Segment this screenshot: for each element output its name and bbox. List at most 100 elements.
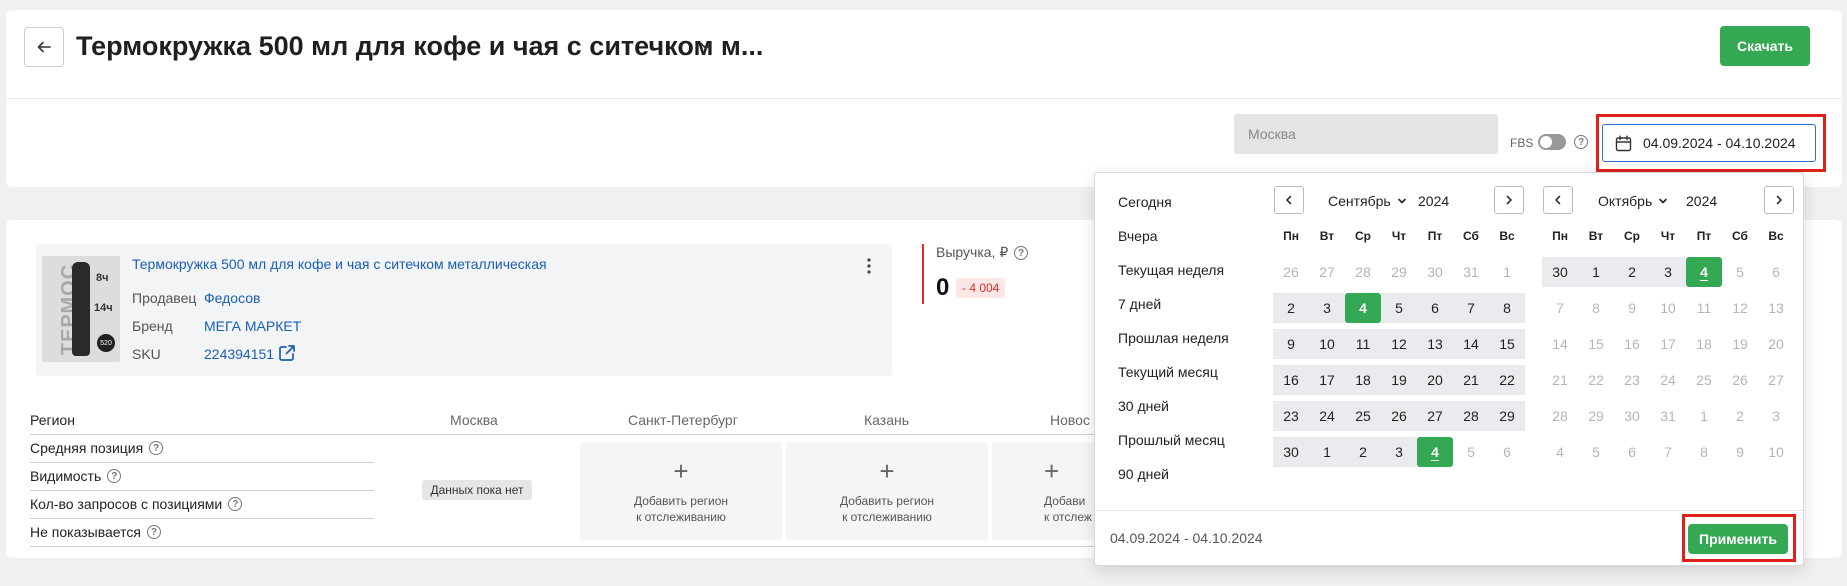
calendar-day[interactable]: 6: [1417, 293, 1453, 323]
calendar-day[interactable]: 29: [1578, 401, 1614, 431]
preset-item[interactable]: Прошлая неделя: [1118, 330, 1229, 346]
calendar-day[interactable]: 18: [1686, 329, 1722, 359]
calendar-day[interactable]: 23: [1614, 365, 1650, 395]
calendar-day[interactable]: 27: [1758, 365, 1794, 395]
calendar-day[interactable]: 12: [1381, 329, 1417, 359]
year-select-left[interactable]: 2024: [1418, 193, 1449, 209]
calendar-day[interactable]: 22: [1578, 365, 1614, 395]
preset-item[interactable]: Сегодня: [1118, 194, 1172, 210]
product-title-link[interactable]: Термокружка 500 мл для кофе и чая с сите…: [132, 256, 547, 272]
calendar-day[interactable]: 6: [1489, 437, 1525, 467]
month-select-right[interactable]: Октябрь: [1598, 193, 1668, 209]
calendar-day[interactable]: 14: [1453, 329, 1489, 359]
calendar-day[interactable]: 11: [1345, 329, 1381, 359]
calendar-day[interactable]: 19: [1722, 329, 1758, 359]
chevron-down-icon[interactable]: [696, 36, 716, 56]
calendar-day[interactable]: 20: [1758, 329, 1794, 359]
calendar-day[interactable]: 30: [1417, 257, 1453, 287]
calendar-day[interactable]: 5: [1381, 293, 1417, 323]
calendar-day[interactable]: 28: [1542, 401, 1578, 431]
calendar-day[interactable]: 10: [1650, 293, 1686, 323]
calendar-day[interactable]: 10: [1758, 437, 1794, 467]
calendar-day[interactable]: 3: [1650, 257, 1686, 287]
question-icon[interactable]: ?: [228, 497, 243, 511]
calendar-day[interactable]: 30: [1614, 401, 1650, 431]
calendar-day[interactable]: 13: [1417, 329, 1453, 359]
next-month-button[interactable]: [1764, 186, 1794, 214]
calendar-day[interactable]: 17: [1309, 365, 1345, 395]
calendar-day[interactable]: 7: [1650, 437, 1686, 467]
calendar-day[interactable]: 15: [1578, 329, 1614, 359]
calendar-day[interactable]: 26: [1273, 257, 1309, 287]
calendar-day[interactable]: 5: [1453, 437, 1489, 467]
city-input[interactable]: Москва: [1234, 114, 1498, 154]
calendar-day[interactable]: 29: [1381, 257, 1417, 287]
calendar-day[interactable]: 4: [1417, 437, 1453, 467]
calendar-day[interactable]: 9: [1614, 293, 1650, 323]
calendar-day[interactable]: 18: [1345, 365, 1381, 395]
calendar-day[interactable]: 27: [1309, 257, 1345, 287]
calendar-day[interactable]: 1: [1686, 401, 1722, 431]
prev-month-button[interactable]: [1274, 186, 1304, 214]
calendar-day[interactable]: 30: [1273, 437, 1309, 467]
calendar-day[interactable]: 2: [1614, 257, 1650, 287]
calendar-day[interactable]: 26: [1381, 401, 1417, 431]
question-icon[interactable]: ?: [146, 525, 161, 539]
calendar-day[interactable]: 5: [1578, 437, 1614, 467]
calendar-day[interactable]: 15: [1489, 329, 1525, 359]
calendar-day[interactable]: 30: [1542, 257, 1578, 287]
calendar-day[interactable]: 10: [1309, 329, 1345, 359]
calendar-day[interactable]: 4: [1542, 437, 1578, 467]
calendar-day[interactable]: 3: [1381, 437, 1417, 467]
calendar-day[interactable]: 20: [1417, 365, 1453, 395]
calendar-day[interactable]: 7: [1542, 293, 1578, 323]
calendar-day[interactable]: 28: [1453, 401, 1489, 431]
calendar-day[interactable]: 8: [1489, 293, 1525, 323]
seller-link[interactable]: Федосов: [204, 290, 260, 306]
calendar-day[interactable]: 2: [1273, 293, 1309, 323]
calendar-day[interactable]: 31: [1453, 257, 1489, 287]
month-select-left[interactable]: Сентябрь: [1328, 193, 1407, 209]
calendar-day[interactable]: 14: [1542, 329, 1578, 359]
calendar-day[interactable]: 28: [1345, 257, 1381, 287]
calendar-day[interactable]: 8: [1686, 437, 1722, 467]
calendar-day[interactable]: 22: [1489, 365, 1525, 395]
calendar-day[interactable]: 19: [1381, 365, 1417, 395]
calendar-day[interactable]: 11: [1686, 293, 1722, 323]
calendar-day[interactable]: 27: [1417, 401, 1453, 431]
year-select-right[interactable]: 2024: [1686, 193, 1717, 209]
calendar-day[interactable]: 26: [1722, 365, 1758, 395]
calendar-day[interactable]: 31: [1650, 401, 1686, 431]
question-icon[interactable]: ?: [107, 469, 122, 483]
calendar-day[interactable]: 1: [1578, 257, 1614, 287]
add-region-spb[interactable]: + Добавить регион к отслеживанию: [580, 442, 782, 540]
calendar-day[interactable]: 16: [1614, 329, 1650, 359]
preset-item[interactable]: Текущий месяц: [1118, 364, 1218, 380]
calendar-day[interactable]: 3: [1309, 293, 1345, 323]
calendar-day[interactable]: 2: [1345, 437, 1381, 467]
calendar-day[interactable]: 6: [1614, 437, 1650, 467]
download-button[interactable]: Скачать: [1720, 26, 1810, 66]
prev-month-button-right[interactable]: [1543, 186, 1573, 214]
calendar-day[interactable]: 25: [1345, 401, 1381, 431]
add-region-kazan[interactable]: + Добавить регион к отслеживанию: [786, 442, 988, 540]
add-region-novosibirsk[interactable]: + Добави к отслеж: [992, 442, 1094, 540]
brand-link[interactable]: МЕГА МАРКЕТ: [204, 318, 301, 334]
calendar-day[interactable]: 23: [1273, 401, 1309, 431]
calendar-day[interactable]: 17: [1650, 329, 1686, 359]
external-link-icon[interactable]: [278, 344, 296, 362]
question-icon[interactable]: ?: [149, 441, 164, 455]
preset-item[interactable]: Текущая неделя: [1118, 262, 1224, 278]
calendar-day[interactable]: 8: [1578, 293, 1614, 323]
preset-item[interactable]: 90 дней: [1118, 466, 1169, 482]
sku-link[interactable]: 224394151: [204, 346, 274, 362]
question-icon[interactable]: ?: [1014, 246, 1028, 260]
calendar-day[interactable]: 5: [1722, 257, 1758, 287]
calendar-day[interactable]: 2: [1722, 401, 1758, 431]
calendar-day[interactable]: 1: [1489, 257, 1525, 287]
calendar-day[interactable]: 1: [1309, 437, 1345, 467]
preset-item[interactable]: Вчера: [1118, 228, 1158, 244]
calendar-day[interactable]: 9: [1722, 437, 1758, 467]
calendar-day[interactable]: 21: [1453, 365, 1489, 395]
calendar-day[interactable]: 4: [1686, 257, 1722, 287]
